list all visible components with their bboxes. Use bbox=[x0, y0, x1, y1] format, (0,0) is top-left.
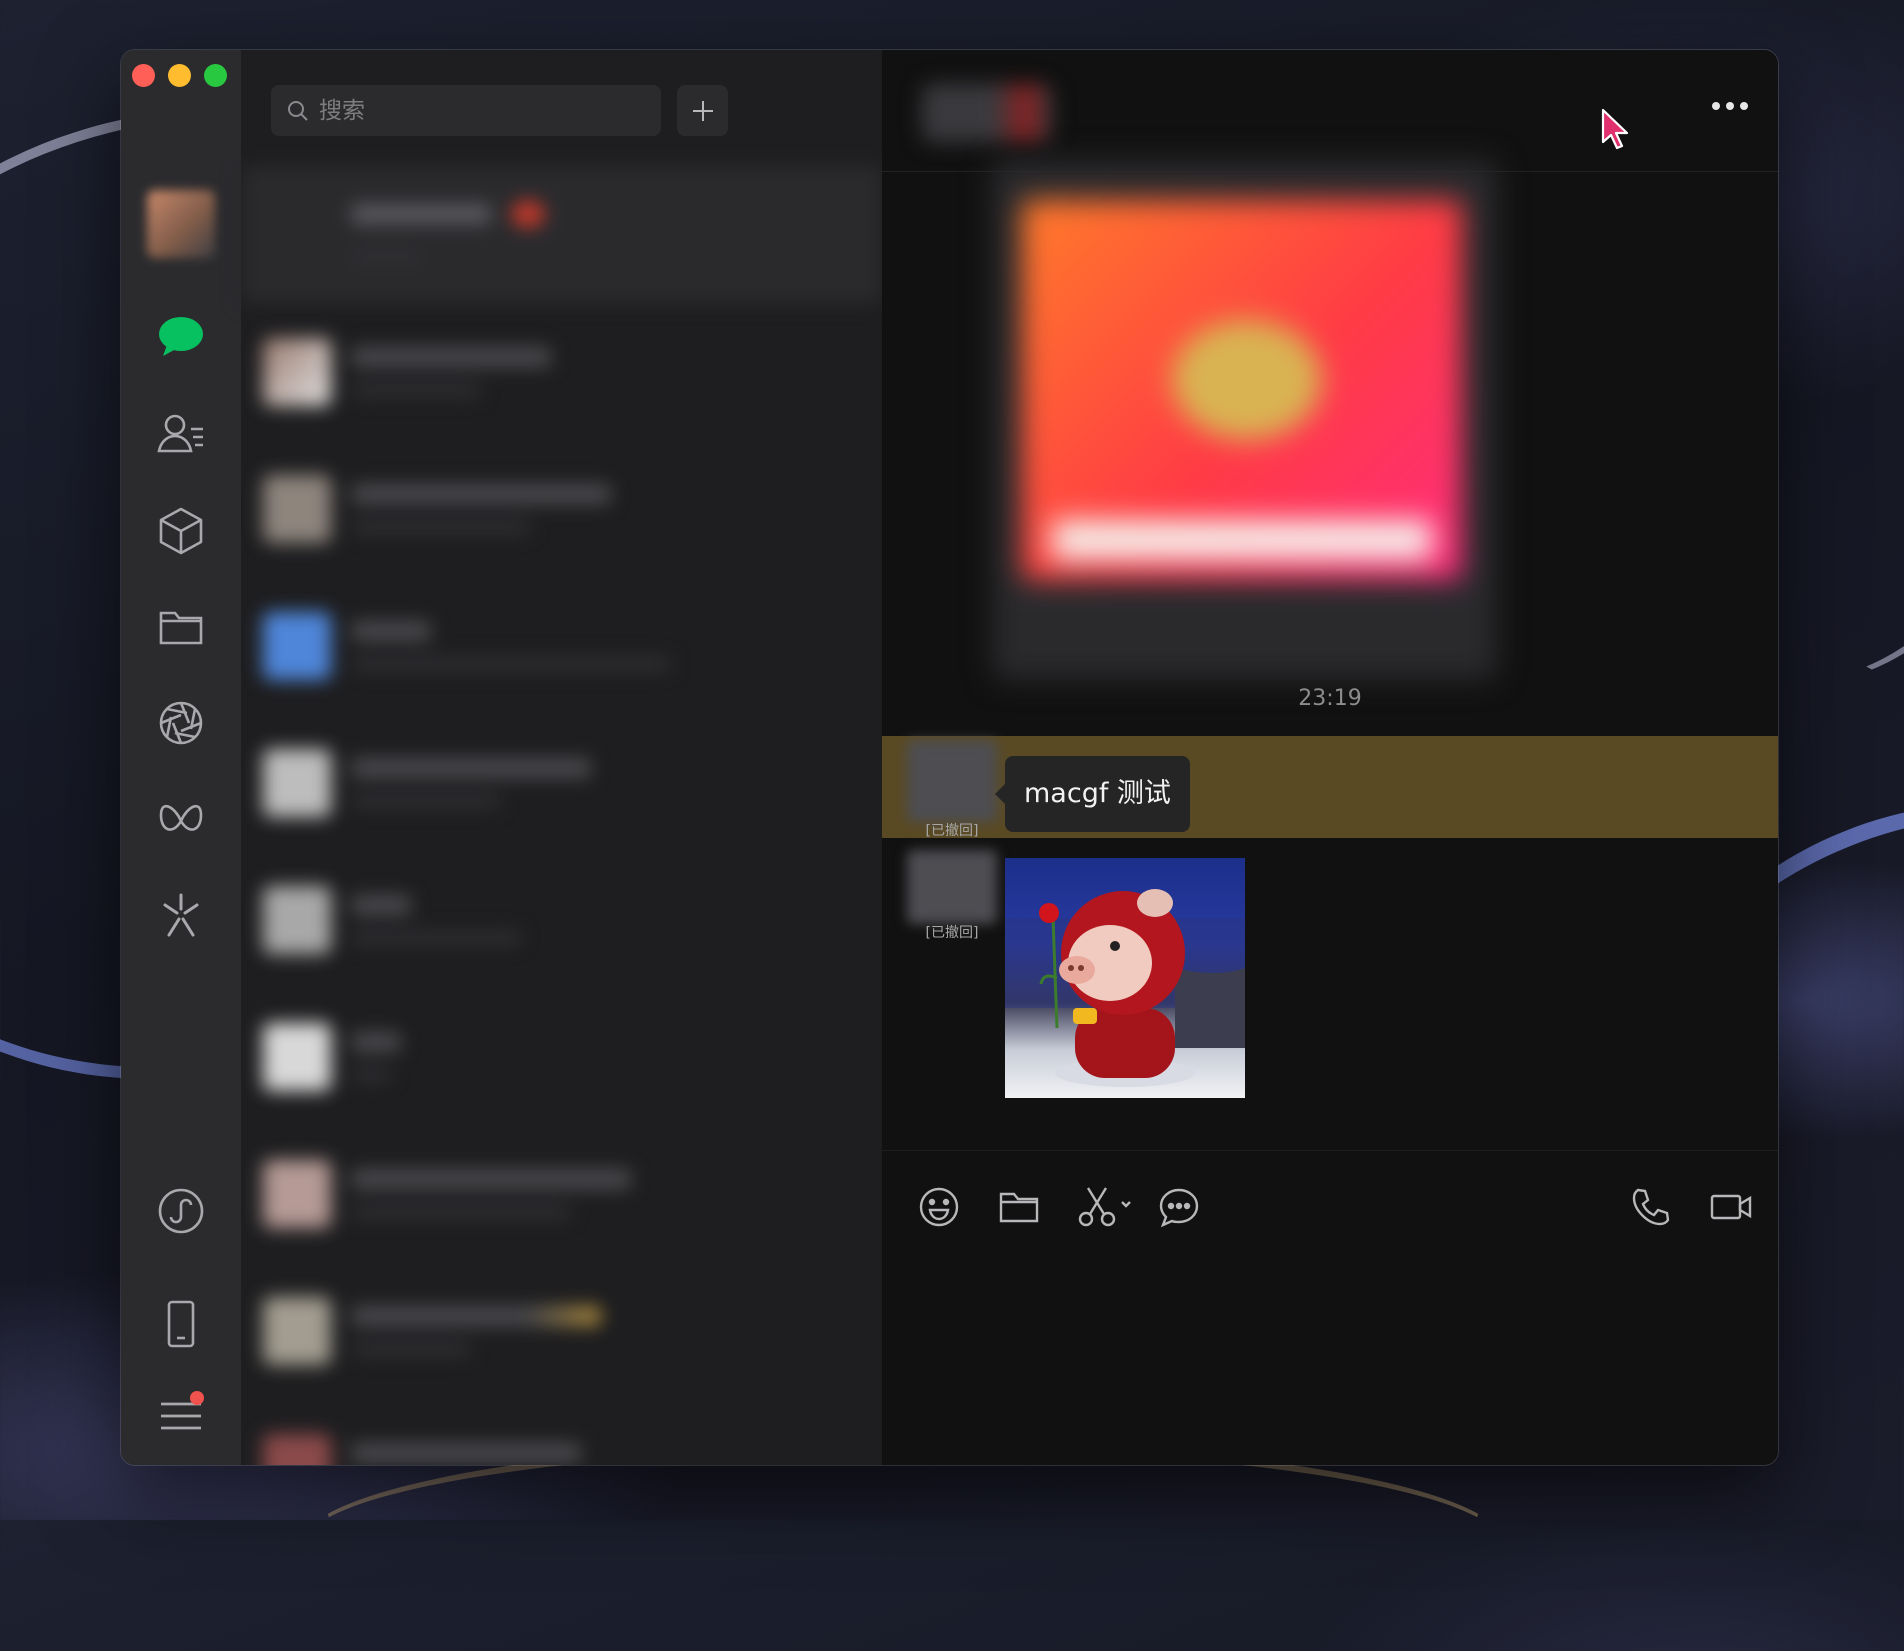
avatar[interactable] bbox=[907, 740, 997, 822]
list-item[interactable] bbox=[241, 166, 882, 303]
voice-call-icon[interactable] bbox=[1624, 1180, 1678, 1234]
avatar[interactable] bbox=[907, 850, 997, 924]
composer-divider bbox=[882, 1150, 1778, 1151]
list-item[interactable] bbox=[241, 303, 882, 440]
emoji-icon[interactable] bbox=[912, 1180, 966, 1234]
minimize-window-button[interactable] bbox=[168, 64, 191, 87]
favorites-icon[interactable] bbox=[150, 500, 212, 562]
pig-sticker-illustration bbox=[1005, 889, 1245, 1087]
phone-device-icon[interactable] bbox=[150, 1293, 212, 1355]
list-item[interactable] bbox=[241, 440, 882, 577]
list-item[interactable] bbox=[241, 988, 882, 1125]
zoom-window-button[interactable] bbox=[204, 64, 227, 87]
search-icon bbox=[288, 100, 308, 121]
message-bubble[interactable]: macgf 测试 bbox=[995, 756, 1190, 832]
moments-icon[interactable] bbox=[150, 692, 212, 754]
search-box[interactable] bbox=[271, 85, 661, 136]
list-item[interactable] bbox=[241, 577, 882, 714]
folder-icon[interactable] bbox=[992, 1180, 1046, 1234]
message-timestamp: 23:19 bbox=[1298, 686, 1362, 711]
list-item[interactable] bbox=[241, 851, 882, 988]
mouse-cursor-icon bbox=[1601, 108, 1629, 150]
contacts-icon[interactable] bbox=[150, 404, 212, 466]
plus-icon bbox=[692, 100, 713, 121]
list-item[interactable] bbox=[241, 1125, 882, 1262]
channels-icon[interactable] bbox=[150, 788, 212, 850]
close-window-button[interactable] bbox=[132, 64, 155, 87]
chat-pane: 23:19 [已撤回] macgf 测试 [已撤回] bbox=[882, 50, 1778, 1465]
window-controls bbox=[132, 64, 227, 87]
mini-programs-icon[interactable] bbox=[150, 1180, 212, 1242]
video-call-icon[interactable] bbox=[1704, 1180, 1758, 1234]
scissors-icon[interactable] bbox=[1072, 1180, 1142, 1234]
list-item[interactable] bbox=[241, 1262, 882, 1399]
sidebar-rail bbox=[121, 50, 241, 1465]
chat-header bbox=[882, 50, 1778, 172]
conversation-rows-blurred bbox=[241, 166, 882, 1465]
menu-icon[interactable] bbox=[150, 1385, 212, 1447]
wallpaper-stroke bbox=[300, 1440, 1506, 1651]
shared-card-blurred[interactable] bbox=[992, 160, 1497, 680]
chat-history-icon[interactable] bbox=[1152, 1180, 1206, 1234]
list-item[interactable] bbox=[241, 714, 882, 851]
add-button[interactable] bbox=[677, 85, 728, 136]
chat-icon[interactable] bbox=[150, 306, 212, 368]
user-avatar[interactable] bbox=[147, 190, 215, 258]
conversation-list bbox=[241, 50, 882, 1465]
wechat-window: 23:19 [已撤回] macgf 测试 [已撤回] bbox=[121, 50, 1778, 1465]
search-spark-icon[interactable] bbox=[150, 884, 212, 946]
notification-dot bbox=[190, 1391, 204, 1405]
files-icon[interactable] bbox=[150, 596, 212, 658]
list-item[interactable] bbox=[241, 1399, 882, 1465]
chat-title-blurred bbox=[922, 84, 1052, 142]
sticker-image[interactable] bbox=[1005, 858, 1245, 1098]
more-icon[interactable] bbox=[1704, 86, 1756, 126]
recalled-label: [已撤回] bbox=[925, 925, 979, 941]
search-input[interactable] bbox=[317, 96, 651, 125]
recalled-label: [已撤回] bbox=[925, 823, 979, 839]
